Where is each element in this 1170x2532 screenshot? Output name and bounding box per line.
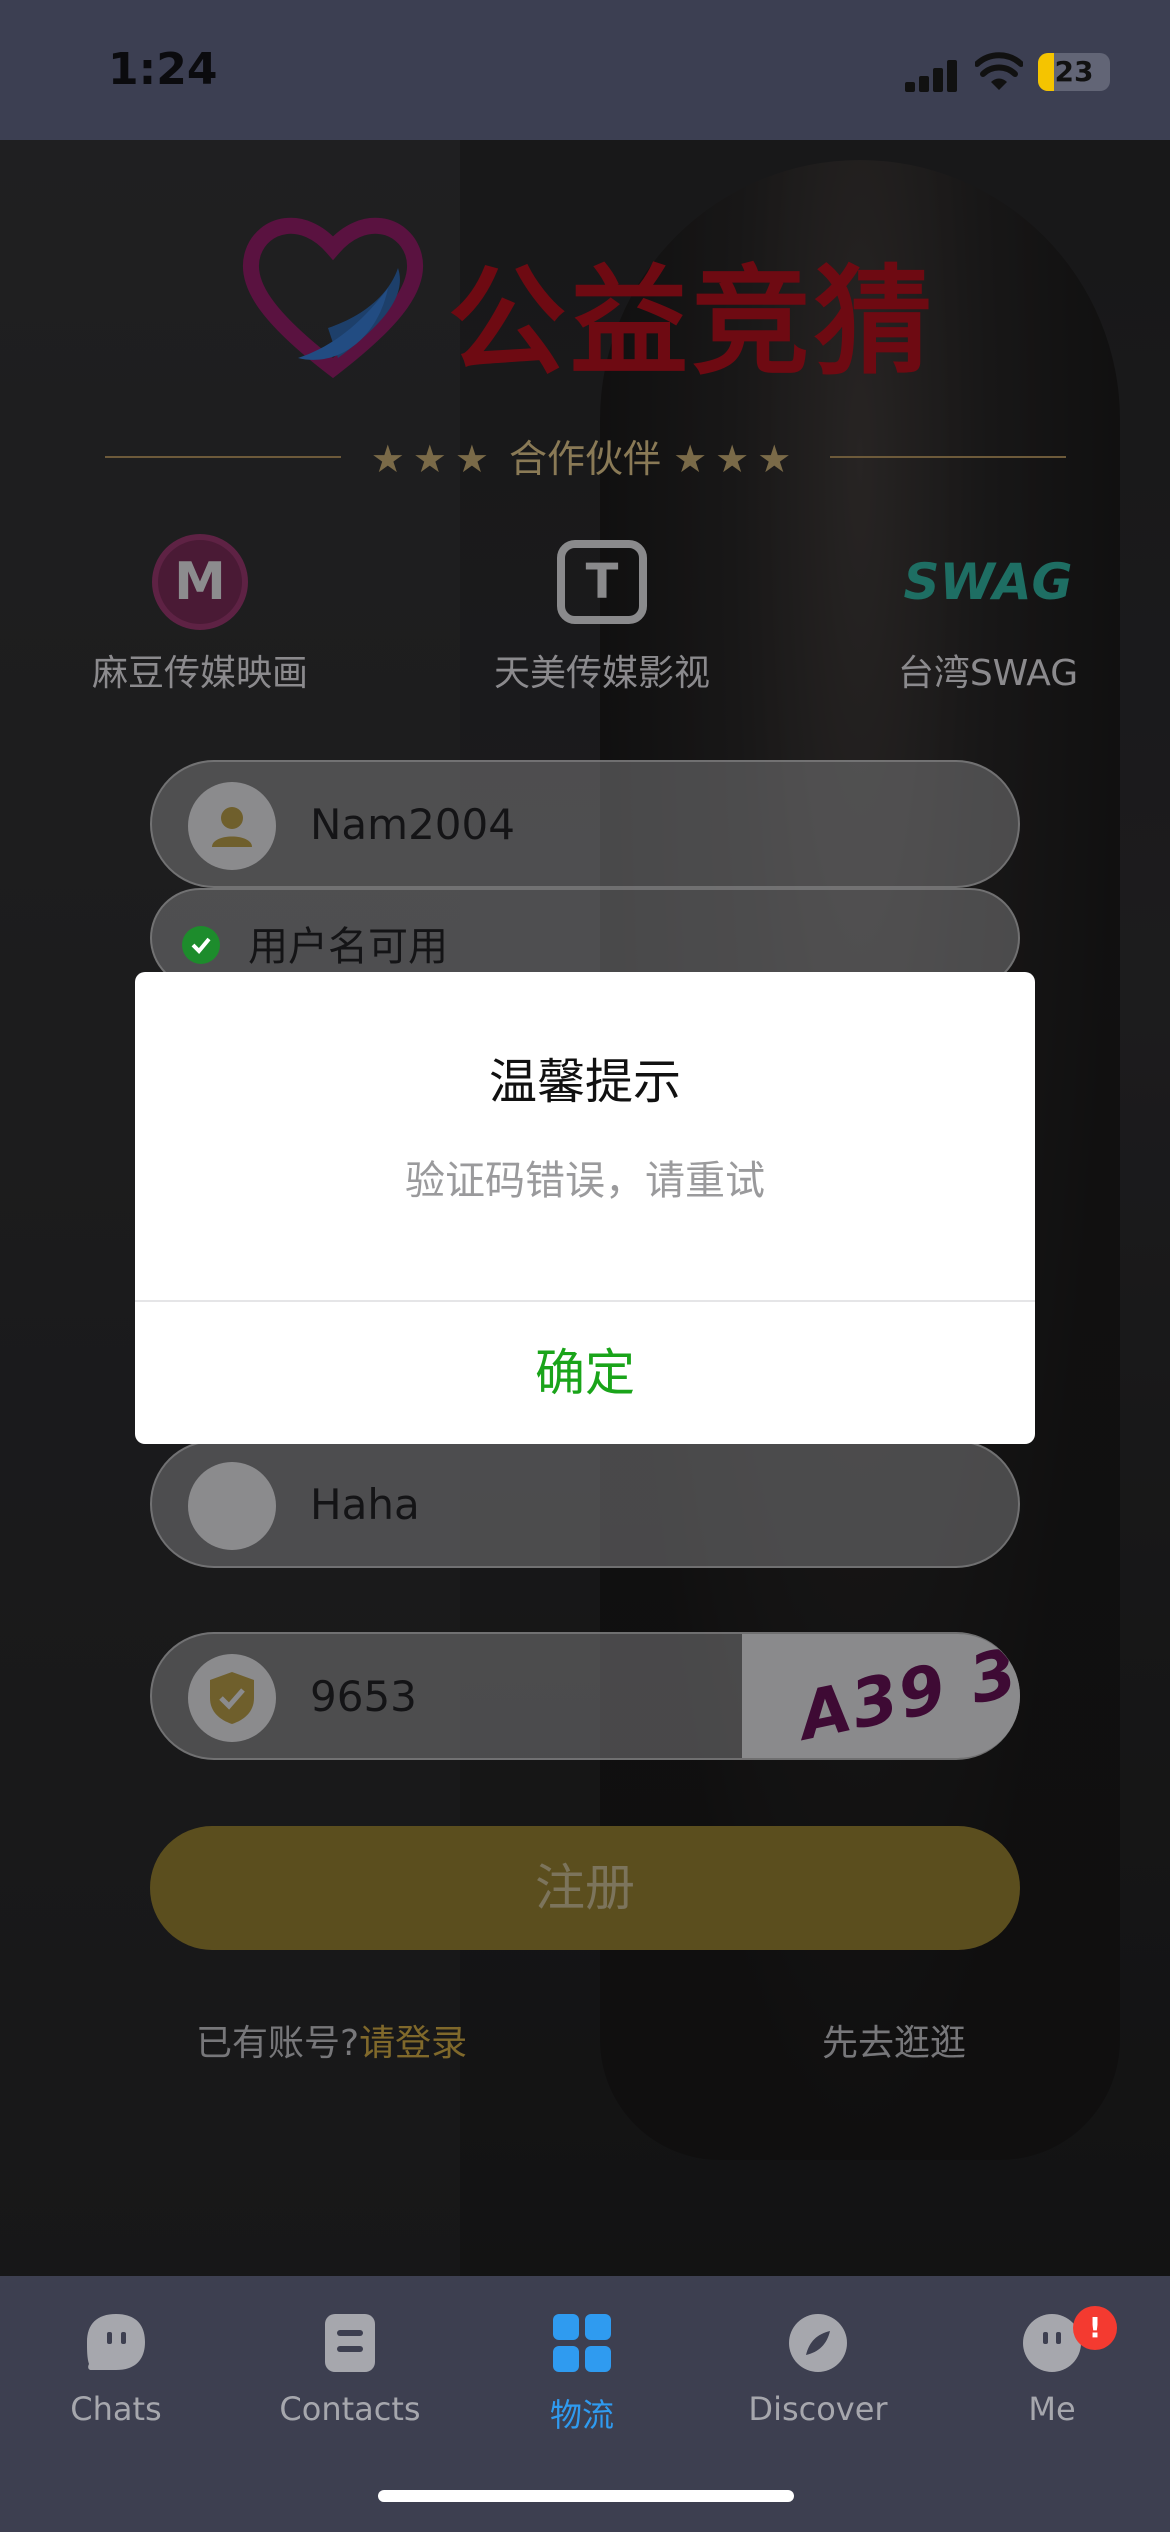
swag-logo-icon: SWAG — [903, 553, 1073, 611]
notification-badge: ! — [1073, 2306, 1117, 2350]
captcha-field[interactable]: 9653 A39 3 — [150, 1632, 1020, 1760]
nickname-icon — [188, 1462, 276, 1550]
captcha-value: 9653 — [310, 1672, 417, 1721]
user-icon — [188, 782, 276, 870]
chat-icon — [85, 2312, 147, 2374]
tab-discover[interactable]: Discover — [718, 2312, 918, 2428]
tab-logistics[interactable]: 物流 — [482, 2312, 682, 2436]
dialog-title: 温馨提示 — [488, 1054, 681, 1110]
status-bar: 1:24 23 — [0, 0, 1170, 140]
browse-link[interactable]: 先去逛逛 — [822, 2014, 966, 2066]
partner-swag[interactable]: SWAG 台湾SWAG — [838, 532, 1138, 696]
login-link[interactable]: 请登录 — [359, 2023, 467, 2064]
partner-name: 台湾SWAG — [897, 653, 1079, 694]
nickname-field[interactable]: Haha — [150, 1440, 1020, 1568]
confirm-button[interactable]: 确定 — [135, 1302, 1035, 1444]
partner-name: 天美传媒影视 — [493, 653, 710, 694]
dialog-message: 验证码错误，请重试 — [405, 1158, 765, 1204]
tab-chats[interactable]: Chats — [16, 2312, 216, 2428]
status-time: 1:24 — [108, 44, 218, 95]
logo-text: 公益竞猜 — [448, 253, 937, 391]
register-button[interactable]: 注册 — [150, 1826, 1020, 1950]
contacts-icon — [319, 2312, 381, 2374]
divider-left — [105, 456, 341, 458]
tab-me[interactable]: ! Me — [952, 2306, 1152, 2428]
hint-text: 用户名可用 — [248, 924, 448, 970]
signal-icon — [905, 60, 957, 92]
username-field[interactable]: Nam2004 — [150, 760, 1020, 888]
tab-contacts[interactable]: Contacts — [250, 2312, 450, 2428]
divider-right — [830, 456, 1066, 458]
compass-icon — [787, 2312, 849, 2374]
home-indicator[interactable] — [378, 2490, 794, 2502]
heart-hands-logo-icon — [242, 217, 424, 378]
partners-heading: ★★★ 合作伙伴 ★★★ — [370, 437, 800, 481]
madou-logo-icon: M — [145, 532, 255, 632]
battery-level: 23 — [1054, 55, 1094, 88]
alert-dialog: 温馨提示 验证码错误，请重试 确定 — [135, 972, 1035, 1444]
battery-icon: 23 — [1038, 53, 1110, 91]
login-prompt: 已有账号?请登录 — [196, 2023, 468, 2064]
me-icon: ! — [1021, 2306, 1117, 2374]
partner-madou[interactable]: M 麻豆传媒映画 — [50, 532, 350, 696]
check-icon — [182, 926, 220, 964]
username-value: Nam2004 — [310, 800, 515, 849]
partner-name: 麻豆传媒映画 — [91, 653, 308, 694]
wifi-icon — [975, 52, 1023, 90]
shield-icon — [188, 1654, 276, 1742]
tianmei-logo-icon: T — [547, 532, 657, 632]
nickname-value: Haha — [310, 1480, 420, 1529]
captcha-code: A39 3 — [792, 1634, 1020, 1756]
captcha-image[interactable]: A39 3 — [742, 1634, 1020, 1758]
partner-tianmei[interactable]: T 天美传媒影视 — [452, 532, 752, 696]
grid-icon — [551, 2312, 613, 2374]
